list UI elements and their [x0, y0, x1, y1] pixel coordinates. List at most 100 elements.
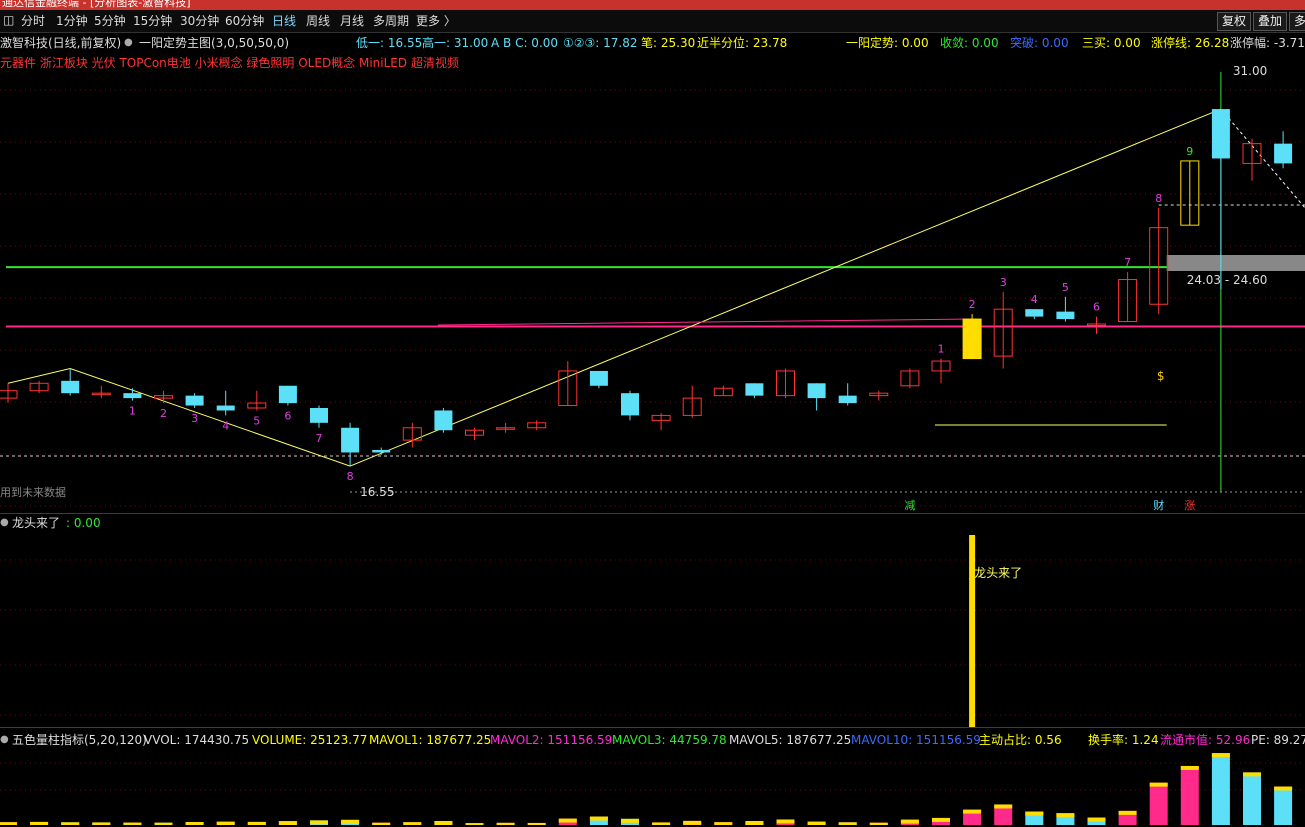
signal-label: 龙头来了: [974, 566, 1022, 580]
volume-bar-cap: [558, 818, 577, 823]
wave-label: 1: [129, 405, 136, 418]
volume-bar-cap: [527, 822, 546, 825]
volume-bar-cap: [652, 822, 671, 825]
vvol-value: VVOL: 174430.75: [144, 733, 250, 747]
volume-bar-cap: [932, 817, 950, 822]
volume-bar-cap: [1149, 782, 1168, 787]
mavol5-value: MAVOL5: 187677.25: [729, 733, 852, 747]
volume-bar-cap: [621, 818, 639, 823]
volume-bar-cap: [1274, 786, 1293, 791]
volume-bar-cap: [247, 821, 266, 825]
volume-bar: [1243, 772, 1261, 825]
volume-bar-cap: [154, 822, 173, 825]
candle-body: [1211, 109, 1230, 159]
volume-bar-cap: [869, 822, 888, 825]
pink-trend-line: [437, 318, 973, 326]
candle-body: [621, 393, 639, 416]
volume-bar-cap: [963, 809, 982, 814]
volume-bar-cap: [216, 821, 235, 825]
panel2-value: : 0.00: [66, 516, 101, 530]
panel2-title[interactable]: 龙头来了: [12, 514, 60, 532]
volume-bar-cap: [1025, 811, 1044, 816]
volume-bar: [1149, 782, 1168, 825]
volume-bar-cap: [310, 820, 328, 825]
volume-bar-cap: [1118, 810, 1137, 815]
candle-body: [1025, 309, 1044, 317]
volume-bar-cap: [0, 822, 17, 825]
candle-body: [61, 380, 80, 394]
candle-body: [310, 408, 328, 423]
volume-bar-cap: [900, 819, 919, 824]
mavol10-value: MAVOL10: 151156.59: [851, 733, 981, 747]
wave-label: 8: [1155, 192, 1162, 205]
zone-label: 24.03 - 24.60: [1187, 273, 1268, 287]
volume-bar-cap: [341, 819, 360, 824]
panel3-dropdown-icon[interactable]: ●: [0, 731, 9, 749]
volume-bar: [1211, 753, 1230, 825]
wave-label: 6: [284, 410, 291, 423]
zigzag-line: [7, 108, 1222, 467]
volume-bar: [1274, 786, 1293, 825]
money-bag-icon: $: [1157, 369, 1165, 383]
wave-label: 2: [160, 407, 167, 420]
volume-bar-cap: [123, 822, 142, 825]
resistance-zone: [1166, 255, 1305, 271]
volume-bar-cap: [683, 820, 702, 825]
candle-body: [372, 450, 391, 453]
liutong-value: 流通市值: 52.96: [1160, 733, 1251, 747]
wave-label: 4: [222, 419, 229, 432]
volume-bar-cap: [30, 821, 49, 825]
panel2-dropdown-icon[interactable]: ●: [0, 514, 9, 532]
wave-label: 5: [253, 414, 260, 427]
wave-label: 4: [1031, 293, 1038, 306]
candle-body: [216, 405, 235, 411]
mavol1-value: MAVOL1: 187677.25: [369, 733, 492, 747]
volume-bar-cap: [994, 804, 1013, 809]
huanshou-value: 换手率: 1.24: [1088, 733, 1159, 747]
candle-body: [185, 395, 204, 406]
candle-body: [123, 393, 142, 399]
panel2-header: ● 龙头来了 : 0.00: [0, 514, 1305, 532]
wave-label: 2: [969, 298, 976, 311]
volume-bar-cap: [1243, 772, 1261, 777]
volume-bar-cap: [434, 821, 453, 825]
volume-bar-cap: [403, 822, 422, 825]
candle-body: [807, 383, 826, 399]
wave-label: 9: [1186, 145, 1193, 158]
volume-bar: [1180, 765, 1199, 825]
wave-label: 8: [347, 470, 354, 483]
volume-bar-cap: [1087, 817, 1106, 822]
volume-bar-cap: [714, 822, 733, 825]
volume-bar-cap: [61, 822, 80, 825]
wave-label: 3: [191, 412, 198, 425]
volume-bar-cap: [278, 821, 297, 825]
volume-bar-cap: [1180, 765, 1199, 770]
volume-bar-cap: [496, 822, 515, 825]
high-price-label: 31.00: [1233, 64, 1267, 78]
future-data-note: 用到未来数据: [0, 485, 66, 499]
candle-body: [589, 370, 608, 386]
volume-bar-cap: [589, 816, 608, 821]
wave-label: 7: [316, 432, 323, 445]
down-trend-line: [1220, 108, 1305, 209]
candle-body: [745, 383, 764, 396]
candle-body: [1274, 143, 1293, 164]
candle-body: [1056, 311, 1075, 320]
panel3-title[interactable]: 五色量柱指标(5,20,120): [12, 731, 147, 749]
pe-value: PE: 89.27: [1251, 733, 1305, 747]
candle-body: [434, 410, 453, 431]
volume-bar-cap: [372, 822, 391, 825]
volume-bar-cap: [185, 822, 204, 825]
panel-divider-2: [0, 727, 1305, 728]
volume-bar-cap: [807, 821, 826, 825]
kline-chart[interactable]: 24.03 - 24.60 1 2 3 4 5 6 7 8 1 2 3 4 5 6 7 8 9 31.00 16.55…: [0, 0, 1305, 827]
candle-body: [341, 427, 360, 453]
volume-value: VOLUME: 25123.77: [252, 733, 368, 747]
mavol2-value: MAVOL2: 151156.59: [490, 733, 613, 747]
wave-label: 1: [938, 343, 945, 356]
volume-bar-cap: [776, 819, 795, 824]
signal-bar: [969, 535, 976, 727]
wave-label: 3: [1000, 276, 1007, 289]
volume-bar-cap: [1211, 753, 1230, 758]
flag-jian: 减: [904, 499, 915, 512]
